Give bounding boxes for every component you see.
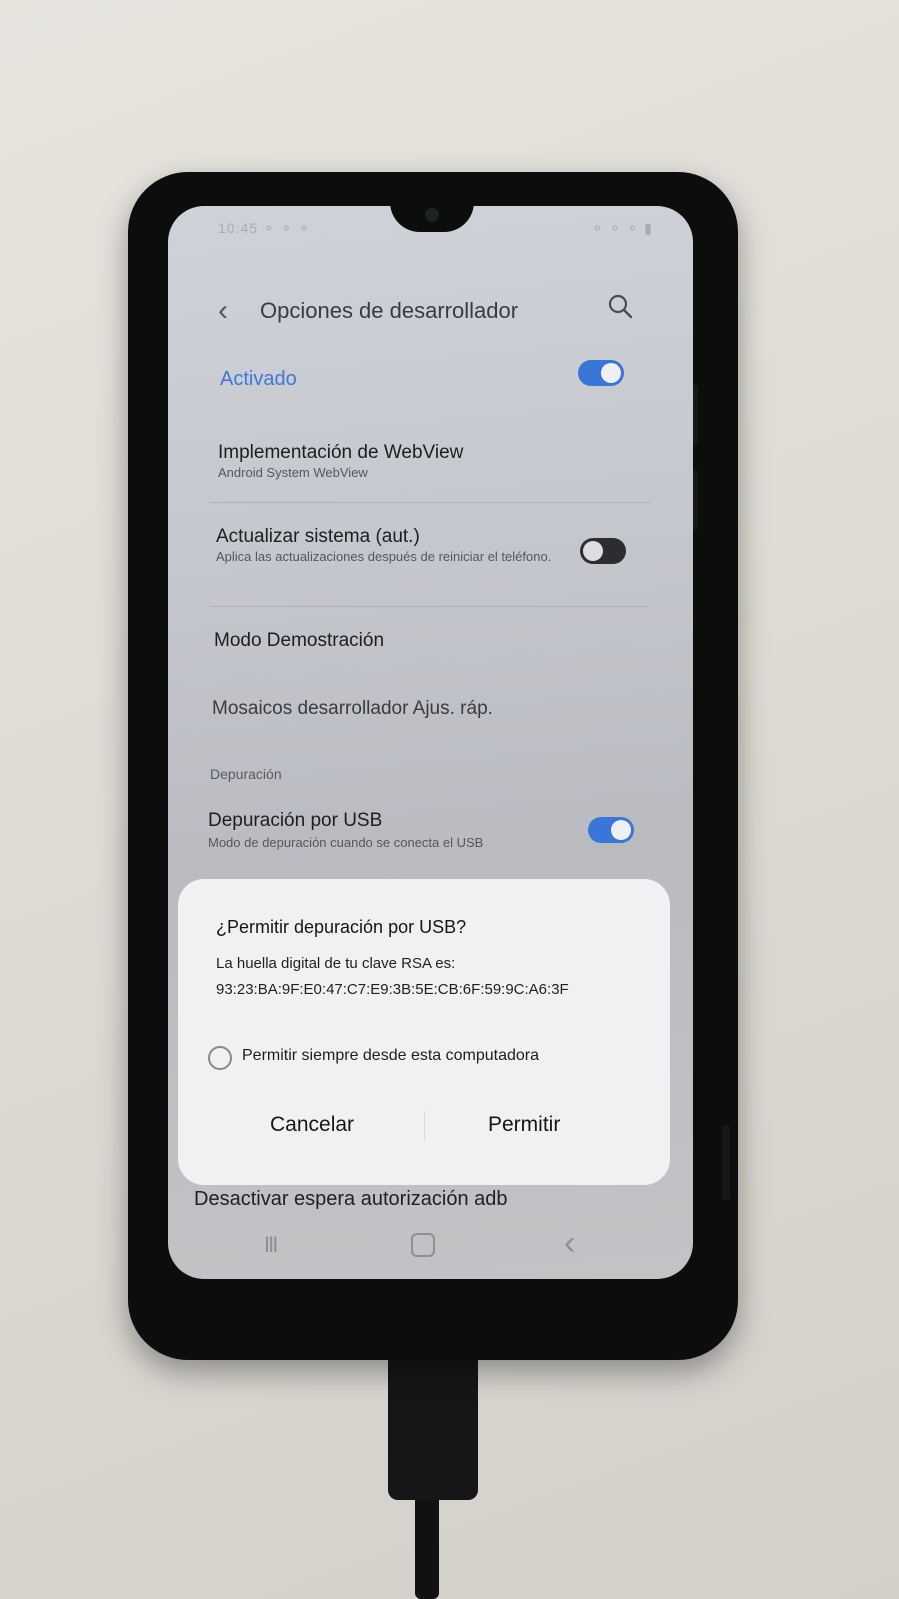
- allow-button[interactable]: Permitir: [488, 1113, 560, 1137]
- status-bar-left: 10:45 ⚬ ⚬ ⚬: [218, 220, 311, 236]
- setting-adb-auth[interactable]: Desactivar espera autorización adb: [194, 1188, 508, 1211]
- setting-title: Depuración por USB: [208, 810, 383, 831]
- page-title: Opciones de desarrollador: [260, 298, 519, 323]
- cancel-button[interactable]: Cancelar: [270, 1113, 354, 1137]
- divider: [210, 606, 650, 607]
- dialog-rsa-text: La huella digital de tu clave RSA es:: [216, 955, 456, 972]
- auto-update-toggle[interactable]: [580, 538, 626, 564]
- front-camera: [425, 208, 439, 222]
- setting-title: Implementación de WebView: [218, 442, 464, 463]
- usb-plug: [388, 1345, 478, 1500]
- usb-debug-dialog: ¿Permitir depuración por USB? La huella …: [178, 879, 670, 1185]
- setting-demo-mode[interactable]: Modo Demostración: [214, 630, 384, 652]
- always-allow-checkbox[interactable]: [208, 1046, 232, 1070]
- dialog-title: ¿Permitir depuración por USB?: [216, 917, 467, 937]
- recents-icon[interactable]: III: [264, 1232, 278, 1258]
- setting-auto-update[interactable]: Actualizar sistema (aut.) Aplica las act…: [216, 526, 566, 566]
- dialog-fingerprint: 93:23:BA:9F:E0:47:C7:E9:3B:5E:CB:6F:59:9…: [216, 981, 569, 998]
- search-icon[interactable]: [604, 290, 638, 324]
- always-allow-label[interactable]: Permitir siempre desde esta computadora: [242, 1047, 539, 1065]
- dialog-body: La huella digital de tu clave RSA es: 93…: [216, 951, 569, 1003]
- power-button: [722, 1125, 730, 1200]
- setting-subtitle: Modo de depuración cuando se conecta el …: [208, 835, 484, 850]
- setting-subtitle: Aplica las actualizaciones después de re…: [216, 549, 552, 564]
- home-icon[interactable]: [411, 1233, 435, 1257]
- master-toggle-label: Activado: [220, 368, 297, 390]
- toggle-knob: [601, 363, 621, 383]
- back-icon[interactable]: ‹: [218, 294, 228, 328]
- divider: [210, 502, 650, 503]
- setting-subtitle: Android System WebView: [218, 465, 368, 480]
- setting-title: Actualizar sistema (aut.): [216, 526, 420, 547]
- toggle-knob: [583, 541, 603, 561]
- setting-webview[interactable]: Implementación de WebView Android System…: [218, 442, 463, 482]
- setting-quick-tiles[interactable]: Mosaicos desarrollador Ajus. ráp.: [212, 698, 493, 720]
- usb-debug-toggle[interactable]: [588, 817, 634, 843]
- button-divider: [424, 1111, 425, 1141]
- nav-back-icon[interactable]: ‹: [564, 1224, 575, 1263]
- master-toggle[interactable]: [578, 360, 624, 386]
- status-bar-right: ⚬ ⚬ ⚬ ▮: [591, 220, 653, 236]
- camera-notch: [390, 206, 474, 232]
- section-header-debug: Depuración: [210, 766, 282, 782]
- toggle-knob: [611, 820, 631, 840]
- setting-usb-debug[interactable]: Depuración por USB Modo de depuración cu…: [208, 810, 483, 852]
- phone-screen: 10:45 ⚬ ⚬ ⚬ ⚬ ⚬ ⚬ ▮ ‹ Opciones de desarr…: [168, 206, 693, 1279]
